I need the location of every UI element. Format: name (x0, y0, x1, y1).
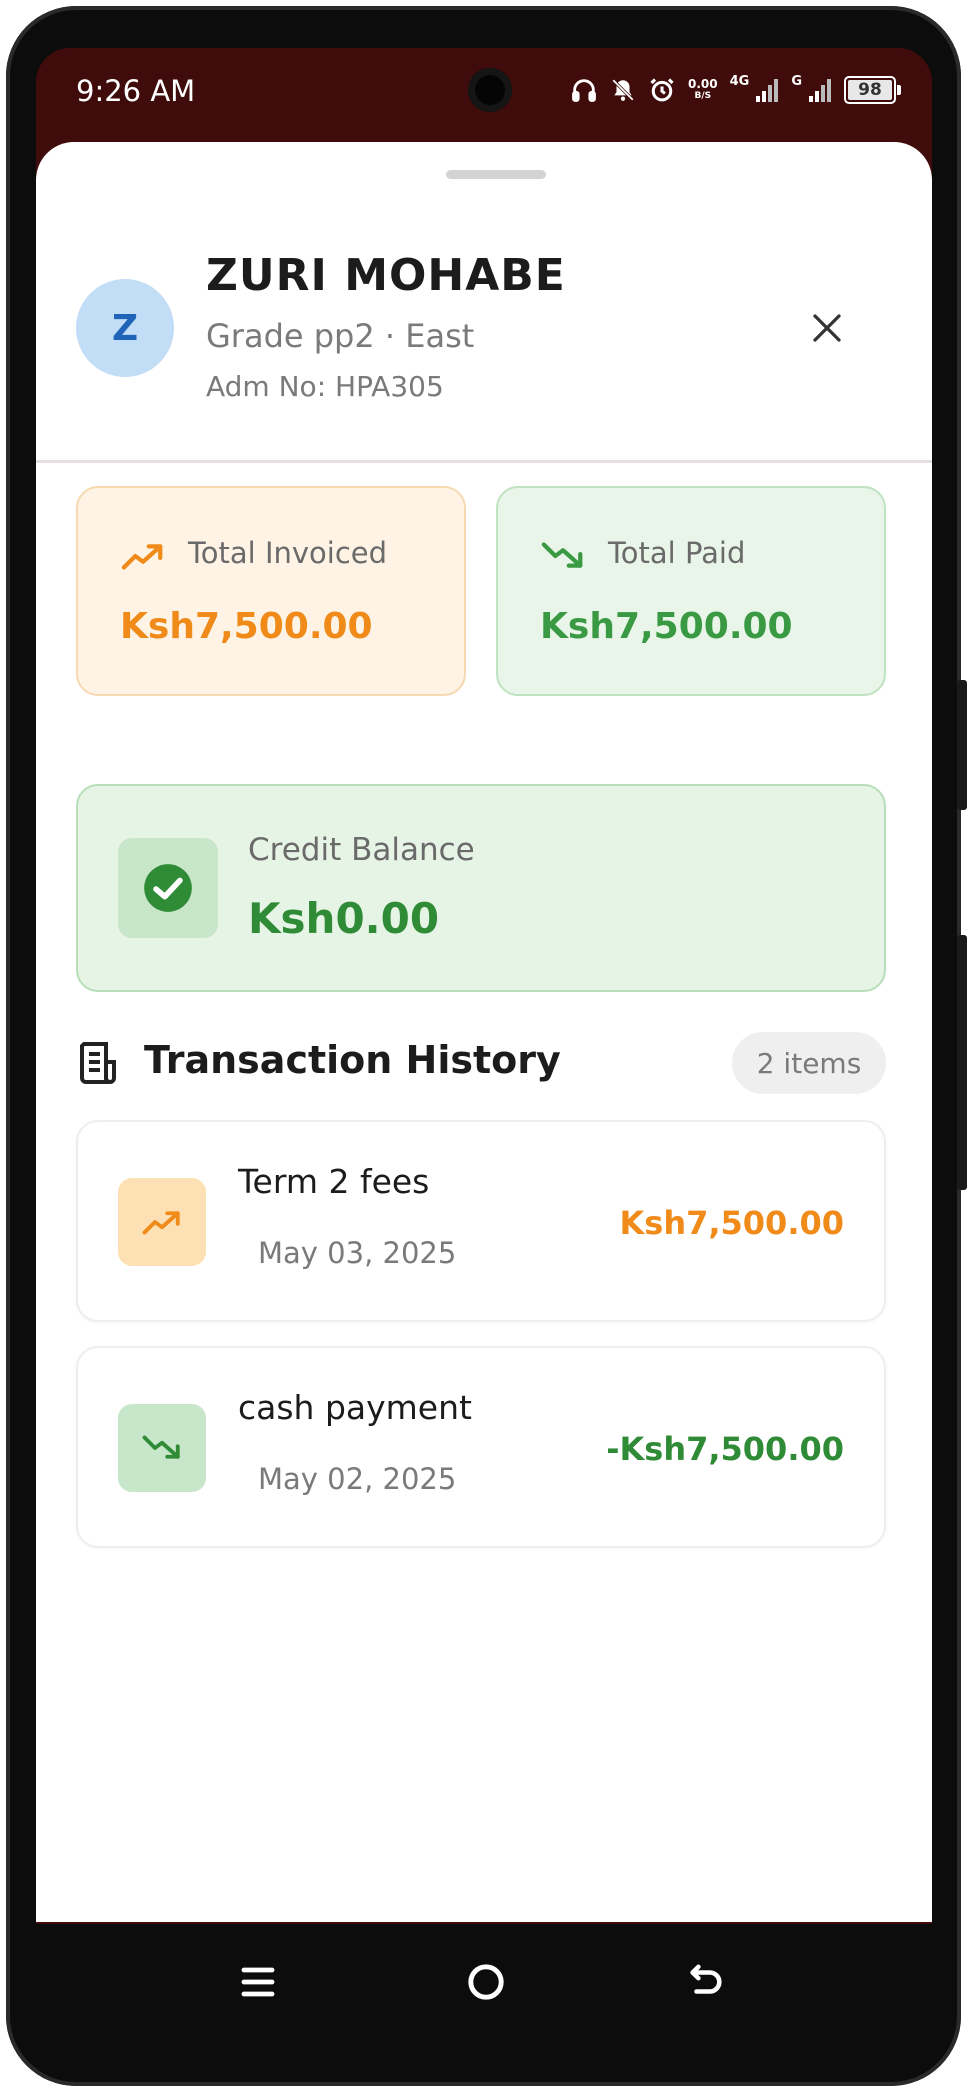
signal-icon (756, 79, 779, 102)
student-name: ZURI MOHABE (206, 250, 566, 301)
student-grade: Grade pp2 · East (206, 317, 475, 355)
network-type-4g: 4G (729, 74, 750, 89)
signal-icon-2 (809, 79, 831, 102)
back-button[interactable] (676, 1952, 736, 2012)
status-bar: 9:26 AM 0.00 B/S 4G G 98 (36, 48, 932, 140)
status-icons: 0.00 B/S 4G G 98 (570, 70, 901, 110)
avatar: Z (76, 279, 174, 377)
transaction-history-title: Transaction History (144, 1038, 561, 1082)
trending-down-icon (142, 1435, 180, 1459)
network-type-g: G (791, 74, 802, 89)
items-count-badge: 2 items (732, 1032, 886, 1094)
credit-balance-card: Credit Balance Ksh0.00 (76, 784, 886, 992)
close-button[interactable] (801, 302, 853, 354)
total-invoiced-card: Total Invoiced Ksh7,500.00 (76, 486, 466, 696)
header-divider (36, 460, 932, 463)
back-icon (690, 1964, 722, 1994)
transaction-item[interactable]: cash payment May 02, 2025 -Ksh7,500.00 (76, 1346, 886, 1548)
student-detail-sheet: Z ZURI MOHABE Grade pp2 · East Adm No: H… (36, 142, 932, 1922)
total-invoiced-label: Total Invoiced (188, 536, 388, 570)
recent-apps-button[interactable] (228, 1952, 288, 2012)
admission-number: Adm No: HPA305 (206, 370, 444, 403)
trending-up-icon (142, 1211, 180, 1235)
receipt-icon (80, 1042, 116, 1084)
status-time: 9:26 AM (76, 74, 196, 108)
transaction-item[interactable]: Term 2 fees May 03, 2025 Ksh7,500.00 (76, 1120, 886, 1322)
volume-button (957, 680, 967, 810)
transaction-description: cash payment (238, 1388, 472, 1427)
check-circle-icon (144, 864, 192, 912)
network-speed: 0.00 B/S (688, 77, 718, 101)
close-icon (813, 314, 841, 342)
drag-handle[interactable] (446, 170, 546, 179)
bell-off-icon (612, 79, 634, 101)
alarm-icon (650, 78, 674, 102)
credit-icon-box (118, 838, 218, 938)
transaction-amount: -Ksh7,500.00 (606, 1430, 844, 1468)
transaction-amount: Ksh7,500.00 (619, 1204, 844, 1242)
total-invoiced-amount: Ksh7,500.00 (120, 606, 373, 647)
navigation-bar (36, 1924, 932, 2046)
battery-icon: 98 (844, 76, 901, 104)
transaction-icon-box (118, 1178, 206, 1266)
transaction-date: May 02, 2025 (258, 1462, 457, 1496)
total-paid-amount: Ksh7,500.00 (540, 606, 793, 647)
total-paid-label: Total Paid (608, 536, 746, 570)
home-circle-icon (468, 1964, 504, 2000)
front-camera (468, 68, 512, 112)
total-paid-card: Total Paid Ksh7,500.00 (496, 486, 886, 696)
transaction-description: Term 2 fees (238, 1162, 430, 1201)
home-button[interactable] (456, 1952, 516, 2012)
trending-up-icon (121, 544, 163, 570)
transaction-date: May 03, 2025 (258, 1236, 457, 1270)
power-button (957, 935, 967, 1190)
screen: 9:26 AM 0.00 B/S 4G G 98 Z ZURI MOHABE Gr… (36, 48, 932, 2046)
trending-down-icon (541, 542, 583, 568)
transaction-icon-box (118, 1404, 206, 1492)
menu-icon (241, 1967, 275, 1997)
headphones-icon (572, 79, 596, 102)
credit-balance-amount: Ksh0.00 (248, 894, 440, 943)
credit-balance-label: Credit Balance (248, 832, 475, 868)
